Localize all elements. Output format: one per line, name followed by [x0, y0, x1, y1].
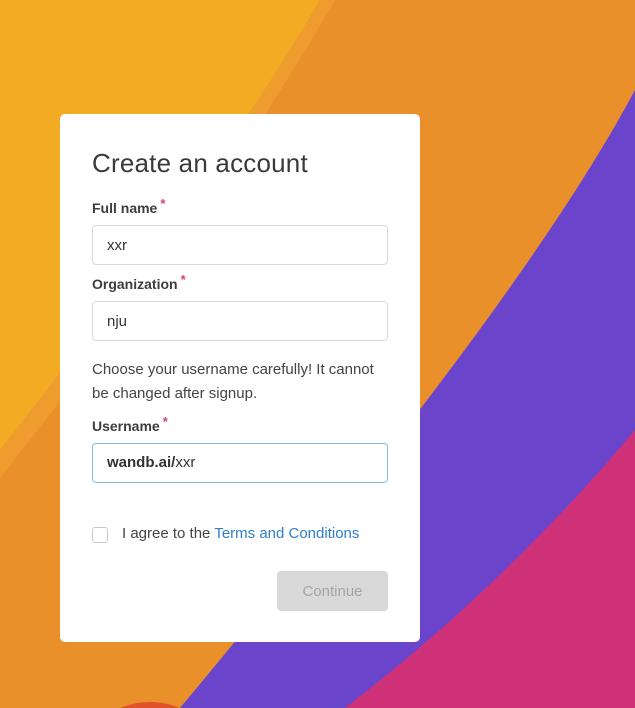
continue-button[interactable]: Continue: [277, 571, 388, 611]
username-help-text: Choose your username carefully! It canno…: [92, 361, 374, 402]
username-input[interactable]: wandb.ai/xxr: [92, 443, 388, 483]
agree-text: I agree to the: [122, 525, 211, 542]
signup-card: Create an account Full name* Organizatio…: [60, 114, 420, 642]
required-marker: *: [160, 196, 166, 211]
username-prefix: wandb.ai/: [107, 454, 176, 471]
username-value: xxr: [175, 454, 196, 471]
required-marker: *: [162, 414, 168, 429]
username-label: Username *: [92, 414, 168, 434]
page-title: Create an account: [92, 148, 308, 178]
organization-label: Organization *: [92, 272, 186, 292]
full-name-label-text: Full name: [92, 200, 158, 216]
organization-input[interactable]: [92, 301, 388, 341]
agree-label: I agree to the Terms and Conditions: [122, 525, 359, 542]
organization-label-text: Organization: [92, 276, 178, 292]
required-marker: *: [180, 272, 186, 287]
username-label-text: Username: [92, 418, 160, 434]
full-name-label: Full name *: [92, 196, 165, 216]
terms-link[interactable]: Terms and Conditions: [214, 525, 359, 542]
full-name-input[interactable]: [92, 225, 388, 265]
agree-checkbox[interactable]: [92, 527, 108, 543]
